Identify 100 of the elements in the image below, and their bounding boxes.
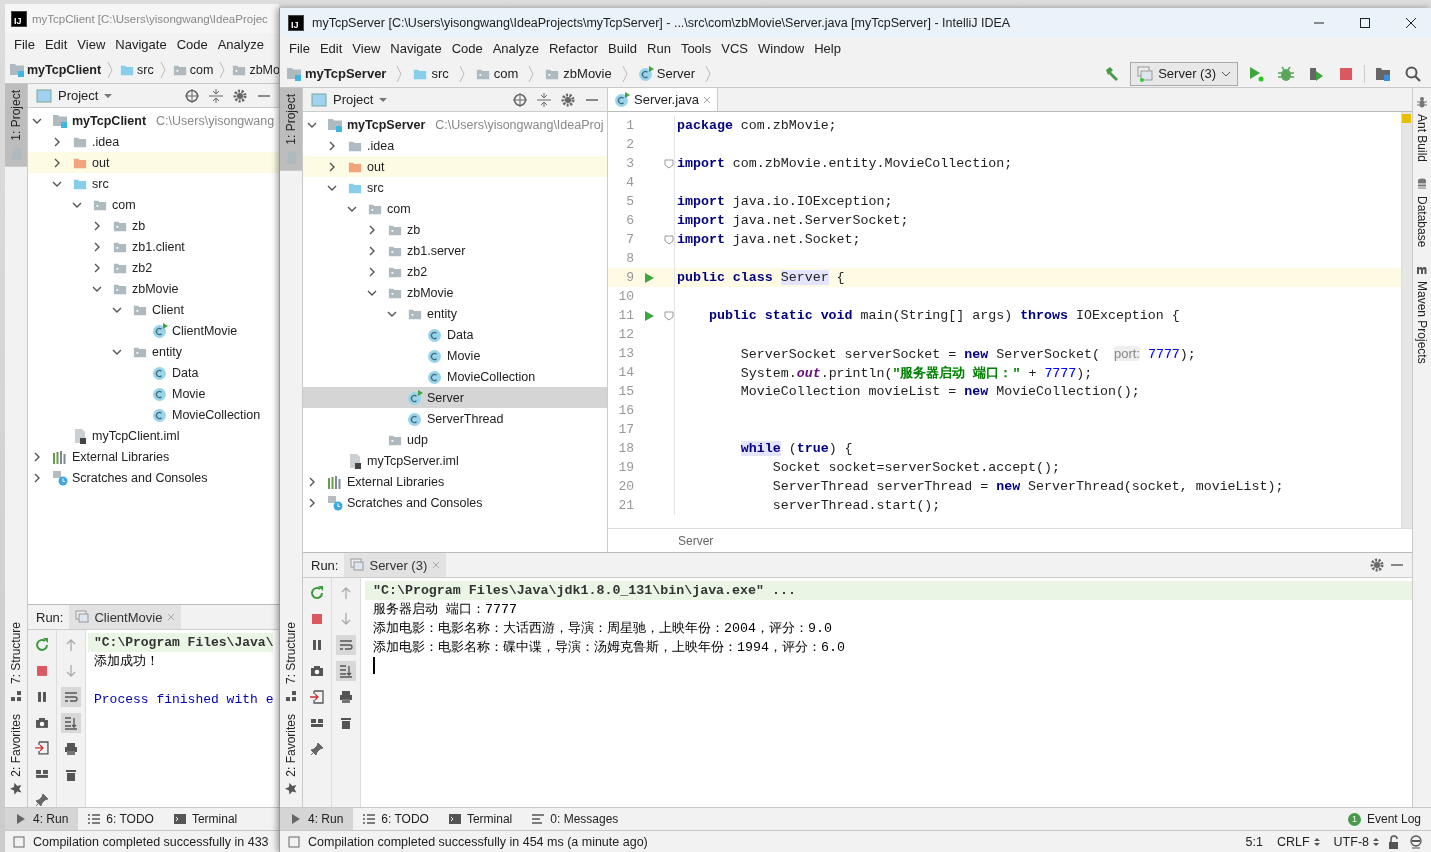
breadcrumb[interactable]: Server: [637, 65, 696, 82]
tree-item[interactable]: ServerThread: [303, 408, 607, 429]
tree-item[interactable]: .idea: [28, 131, 279, 152]
event-log-button[interactable]: 1 Event Log: [1337, 808, 1431, 830]
menu-item[interactable]: Navigate: [385, 41, 447, 56]
project-structure-icon[interactable]: [1375, 65, 1391, 82]
chevron-icon[interactable]: [52, 136, 62, 147]
maximize-icon[interactable]: [1359, 16, 1371, 29]
collapse-icon[interactable]: [537, 92, 551, 107]
tree-item[interactable]: zb2: [28, 257, 279, 278]
menu-item[interactable]: Run: [642, 41, 676, 56]
login-icon[interactable]: [310, 690, 324, 704]
view-selector[interactable]: Project: [36, 87, 113, 104]
run-tab[interactable]: Server (3): [344, 553, 447, 577]
pause-icon[interactable]: [35, 689, 49, 704]
chevron-icon[interactable]: [52, 157, 62, 168]
rerun-icon[interactable]: [35, 638, 49, 652]
view-selector[interactable]: Project: [311, 91, 388, 108]
search-icon[interactable]: [1405, 65, 1421, 82]
pin-icon[interactable]: [310, 742, 324, 756]
tree-item[interactable]: myTcpServer C:\Users\yisongwang\IdeaProj: [303, 114, 607, 135]
soft-wrap-icon[interactable]: [339, 638, 353, 652]
run-configuration-dropdown[interactable]: Server (3): [1130, 61, 1238, 86]
tree-item[interactable]: myTcpServer.iml: [303, 450, 607, 471]
menu-item[interactable]: Refactor: [543, 41, 604, 56]
debug-icon[interactable]: [1278, 65, 1294, 82]
soft-wrap-icon[interactable]: [64, 690, 78, 704]
tree-item[interactable]: ClientMovie: [28, 320, 279, 341]
tool-window-tab[interactable]: Ant Build: [1413, 88, 1431, 171]
chevron-icon[interactable]: [32, 472, 42, 483]
run-icon[interactable]: [1248, 65, 1264, 82]
tool-window-tab[interactable]: 7: Structure: [280, 616, 302, 709]
tree-item[interactable]: src: [303, 177, 607, 198]
stop-icon[interactable]: [35, 663, 49, 678]
menu-item[interactable]: VCS: [716, 41, 753, 56]
tool-window-tab[interactable]: 6: TODO: [78, 808, 164, 830]
tree-item[interactable]: Data: [303, 324, 607, 345]
stop-icon[interactable]: [1338, 65, 1354, 82]
trash-icon[interactable]: [339, 716, 353, 730]
tree-item[interactable]: Data: [28, 362, 279, 383]
tree-item[interactable]: zbMovie: [303, 282, 607, 303]
menu-item[interactable]: Analyze: [212, 37, 269, 52]
tree-item[interactable]: zb: [303, 219, 607, 240]
menu-item[interactable]: Edit: [314, 41, 348, 56]
rerun-icon[interactable]: [310, 586, 324, 600]
run-tab[interactable]: ClientMovie: [69, 605, 182, 629]
run-gutter-icon[interactable]: [644, 272, 654, 283]
trash-icon[interactable]: [64, 768, 78, 782]
tree-item[interactable]: myTcpClient C:\Users\yisongwang: [28, 110, 279, 131]
chevron-icon[interactable]: [92, 262, 102, 273]
line-separator-selector[interactable]: CRLF: [1276, 834, 1320, 849]
coverage-icon[interactable]: [1308, 65, 1324, 82]
chevron-icon[interactable]: [307, 476, 317, 487]
breadcrumb[interactable]: zbMovie: [544, 66, 612, 81]
tree-item[interactable]: Scratches and Consoles: [28, 467, 279, 488]
tree-item[interactable]: MovieCollection: [303, 366, 607, 387]
tree-item[interactable]: zb2: [303, 261, 607, 282]
menu-item[interactable]: Navigate: [110, 37, 172, 52]
tree-item[interactable]: Server: [303, 387, 607, 408]
menu-item[interactable]: View: [347, 41, 386, 56]
breadcrumb[interactable]: myTcpClient: [9, 61, 102, 78]
breadcrumb[interactable]: com: [474, 66, 519, 81]
menu-item[interactable]: Tools: [675, 41, 717, 56]
tree-item[interactable]: zbMovie: [28, 278, 279, 299]
menu-item[interactable]: Code: [446, 41, 488, 56]
menu-item[interactable]: Code: [171, 37, 213, 52]
chevron-icon[interactable]: [367, 224, 377, 235]
tool-window-tab[interactable]: Maven Projects: [1413, 255, 1431, 373]
tree-item[interactable]: myTcpClient.iml: [28, 425, 279, 446]
tool-window-tab[interactable]: 6: TODO: [353, 808, 439, 830]
tool-window-tab[interactable]: Database: [1413, 170, 1431, 256]
chevron-icon[interactable]: [327, 140, 337, 151]
breadcrumb[interactable]: src: [119, 62, 154, 77]
stop-icon[interactable]: [310, 612, 324, 626]
tree-item[interactable]: udp: [303, 429, 607, 450]
tool-window-tab[interactable]: 4: Run: [5, 808, 79, 830]
tree-item[interactable]: External Libraries: [303, 471, 607, 492]
menu-item[interactable]: Help: [809, 41, 846, 56]
tree-item[interactable]: src: [28, 173, 279, 194]
status-icon[interactable]: [13, 835, 25, 848]
layout-icon[interactable]: [310, 716, 324, 730]
login-icon[interactable]: [35, 741, 49, 756]
menu-item[interactable]: Analyze: [487, 41, 544, 56]
tool-window-tab[interactable]: 1: Project: [280, 88, 302, 171]
settings-icon[interactable]: [1370, 558, 1384, 572]
chevron-icon[interactable]: [92, 220, 102, 231]
tree-item[interactable]: zb1.client: [28, 236, 279, 257]
run-gutter-icon[interactable]: [644, 310, 654, 321]
tool-window-tab[interactable]: 1: Project: [5, 84, 27, 167]
tree-item[interactable]: out: [303, 156, 607, 177]
tree-item[interactable]: com: [28, 194, 279, 215]
settings-icon[interactable]: [561, 92, 575, 107]
scroll-to-end-icon[interactable]: [64, 716, 78, 730]
camera-icon[interactable]: [310, 664, 324, 678]
tree-item[interactable]: entity: [303, 303, 607, 324]
chevron-icon[interactable]: [92, 241, 102, 252]
menu-item[interactable]: File: [9, 37, 40, 52]
tool-window-tab[interactable]: 7: Structure: [5, 616, 27, 709]
tool-window-tab[interactable]: 2: Favorites: [5, 708, 27, 801]
encoding-selector[interactable]: UTF-8: [1333, 834, 1379, 849]
